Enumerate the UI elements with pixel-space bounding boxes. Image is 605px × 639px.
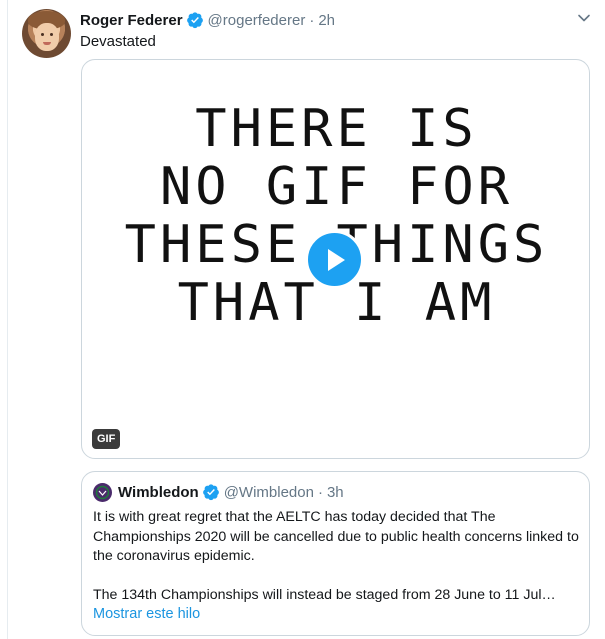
wimbledon-logo-icon [93, 482, 112, 502]
author-handle[interactable]: @rogerfederer [208, 12, 306, 29]
play-button[interactable] [305, 230, 364, 289]
verified-badge-icon [202, 484, 219, 501]
wimbledon-logo-icon [95, 485, 110, 499]
quoted-tweet[interactable]: Wimbledon @Wimbledon · 3h It is with gre… [81, 471, 590, 636]
avatar-eye [41, 33, 44, 36]
separator-dot: · [317, 483, 323, 501]
separator-dot: · [309, 11, 315, 29]
quoted-tweet-timestamp: 3h [326, 483, 344, 501]
gif-caption-text: THERE IS NO GIF FOR THESE THINGS THAT I … [124, 99, 549, 333]
avatar-eye [50, 33, 53, 36]
timeline-divider [7, 0, 8, 639]
avatar[interactable] [22, 9, 71, 58]
quoted-paragraph: The 134th Championships will instead be … [93, 587, 556, 603]
tweet-timestamp[interactable]: 2h [318, 12, 335, 29]
quoted-author-handle: @Wimbledon [223, 483, 314, 501]
quoted-tweet-header: Wimbledon @Wimbledon · 3h [93, 482, 344, 502]
tweet-header: Roger Federer @rogerfederer · 2h [80, 10, 575, 30]
show-thread-link[interactable]: Mostrar este hilo [93, 606, 200, 622]
tweet-text: Devastated [80, 33, 156, 50]
author-name[interactable]: Roger Federer [80, 12, 183, 29]
avatar-face [35, 23, 59, 51]
quoted-author-name: Wimbledon [118, 483, 199, 501]
gif-media[interactable]: THERE IS NO GIF FOR THESE THINGS THAT I … [81, 59, 590, 459]
quoted-tweet-body: It is with great regret that the AELTC h… [93, 508, 583, 606]
chevron-down-icon[interactable] [577, 11, 591, 25]
quoted-paragraph: It is with great regret that the AELTC h… [93, 509, 579, 564]
play-icon [327, 248, 345, 271]
verified-badge-icon [186, 12, 203, 29]
gif-badge: GIF [92, 429, 121, 449]
